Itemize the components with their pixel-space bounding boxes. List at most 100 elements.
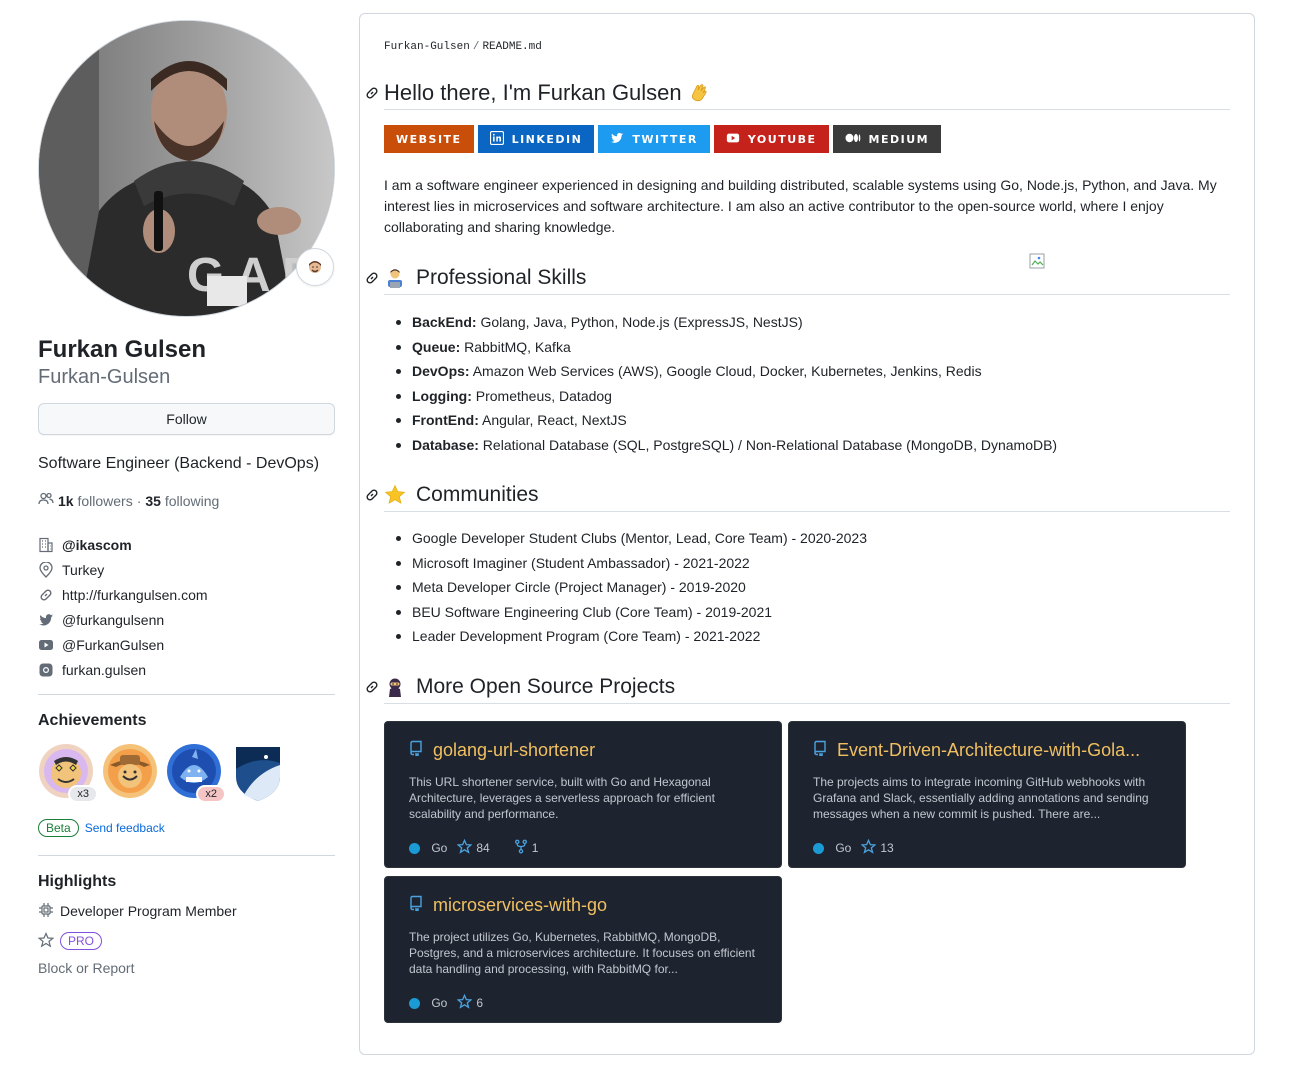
instagram-text: furkan.gulsen	[62, 661, 147, 678]
stars: 84	[456, 838, 490, 857]
send-feedback-link[interactable]: Send feedback	[85, 821, 165, 835]
beta-label: Beta	[38, 819, 79, 837]
readme-breadcrumb: Furkan-Gulsen / README.md	[384, 41, 542, 53]
arctic-code-vault-badge-icon[interactable]	[230, 743, 286, 801]
stars: 6	[456, 993, 483, 1012]
link-icon	[38, 587, 54, 603]
project-title[interactable]: Event-Driven-Architecture-with-Gola...	[813, 740, 1140, 761]
stars-count: 13	[880, 841, 894, 855]
youtube-icon	[38, 637, 54, 653]
project-description: This URL shortener service, built with G…	[409, 775, 715, 821]
shark-badge-icon[interactable]: x2	[166, 743, 226, 803]
website-shield[interactable]: WEBSITE	[384, 125, 474, 153]
profile-sidebar: G A P Furkan Gulsen Furkan-Gulsen Follow…	[37, 20, 335, 976]
intro-paragraph: I am a software engineer experienced in …	[384, 177, 1217, 235]
detail-youtube[interactable]: @FurkanGulsen	[38, 632, 335, 657]
achievements-beta-row: Beta Send feedback	[38, 819, 335, 837]
skill-value: Prometheus, Datadog	[471, 387, 612, 404]
twitter-text: @furkangulsenn	[62, 611, 165, 628]
project-name: golang-url-shortener	[433, 740, 596, 760]
achievements-list: x3 x2	[38, 743, 335, 807]
linkedin-shield-label: LINKEDIN	[511, 132, 583, 146]
website-text: http://furkangulsen.com	[62, 586, 208, 603]
project-name: microservices-with-go	[433, 895, 608, 915]
follow-stats: 1k followers · 35 following	[38, 491, 335, 510]
stars: 13	[860, 838, 894, 857]
people-icon	[38, 491, 54, 510]
ninja-icon	[384, 676, 406, 698]
status-emoji-icon[interactable]	[296, 248, 334, 286]
list-item: Logging: Prometheus, Datadog	[395, 386, 1057, 411]
star-icon	[384, 484, 406, 506]
cpu-icon	[38, 902, 54, 921]
highlight-developer-program[interactable]: Developer Program Member	[38, 898, 335, 924]
profile-bio: Software Engineer (Backend - DevOps)	[38, 455, 320, 472]
communities-heading-text: Communities	[416, 482, 539, 506]
skill-value: Relational Database (SQL, PostgreSQL) / …	[478, 436, 1058, 453]
youtube-text: @FurkanGulsen	[62, 636, 165, 653]
skill-key: Logging:	[412, 387, 472, 404]
instagram-icon	[38, 662, 54, 678]
youtube-shield[interactable]: YOUTUBE	[713, 125, 829, 153]
project-card[interactable]: microservices-with-go The project utiliz…	[384, 876, 782, 1023]
repo-icon	[409, 740, 423, 761]
developer-program-text: Developer Program Member	[60, 903, 237, 919]
location-text: Turkey	[62, 561, 105, 578]
organization-text: @ikascom	[62, 536, 132, 553]
highlight-pro: PRO	[37, 928, 335, 954]
heading-text: Hello there, I'm Furkan Gulsen	[384, 79, 682, 105]
communities-list: Google Developer Student Clubs (Mentor, …	[395, 528, 867, 651]
language-name: Go	[431, 996, 448, 1010]
skill-value: Angular, React, NextJS	[478, 412, 627, 429]
sidebar-divider	[38, 855, 335, 856]
following-label: following	[164, 492, 220, 509]
link-anchor-icon[interactable]	[364, 85, 380, 101]
skill-value: RabbitMQ, Kafka	[460, 338, 571, 355]
detail-instagram[interactable]: furkan.gulsen	[38, 657, 335, 682]
communities-heading: Communities	[366, 478, 1230, 512]
skill-key: DevOps:	[412, 363, 470, 380]
block-or-report-link[interactable]: Block or Report	[38, 960, 335, 976]
starstruck-badge-icon[interactable]: x3	[38, 743, 98, 803]
skill-key: FrontEnd:	[412, 412, 479, 429]
link-anchor-icon[interactable]	[364, 679, 380, 695]
list-item: BackEnd: Golang, Java, Python, Node.js (…	[395, 312, 1057, 337]
profile-details: @ikascom Turkey http://furkangulsen.com …	[38, 532, 335, 682]
followers-link[interactable]: 1k followers	[58, 493, 133, 509]
project-card[interactable]: Event-Driven-Architecture-with-Gola... T…	[788, 721, 1186, 868]
following-link[interactable]: 35 following	[145, 493, 219, 509]
yolo-cowboy-badge-icon[interactable]	[102, 743, 158, 799]
pro-badge: PRO	[60, 932, 103, 950]
detail-organization[interactable]: @ikascom	[38, 532, 335, 557]
forks-count: 1	[531, 841, 539, 855]
skill-key: Queue:	[412, 338, 461, 355]
medium-shield[interactable]: MEDIUM	[832, 125, 942, 153]
avatar[interactable]: G A P	[38, 20, 335, 317]
link-anchor-icon[interactable]	[364, 487, 380, 503]
follow-button[interactable]: Follow	[38, 403, 335, 435]
projects-heading: More Open Source Projects	[366, 670, 1230, 704]
repo-icon	[409, 895, 423, 916]
readme-heading: Hello there, I'm Furkan Gulsen	[366, 76, 1230, 110]
link-anchor-icon[interactable]	[364, 270, 380, 286]
organization-icon	[38, 537, 54, 553]
achievements-title[interactable]: Achievements	[38, 709, 335, 733]
project-title[interactable]: microservices-with-go	[409, 895, 607, 916]
skill-value: Golang, Java, Python, Node.js (ExpressJS…	[476, 314, 803, 330]
breadcrumb-separator: /	[472, 41, 480, 53]
linkedin-shield[interactable]: LINKEDIN	[477, 125, 595, 153]
achievement-count: x2	[196, 785, 226, 803]
breadcrumb-user-link[interactable]: Furkan-Gulsen	[384, 41, 470, 53]
detail-website[interactable]: http://furkangulsen.com	[38, 582, 335, 607]
project-meta: Go 13	[813, 838, 894, 857]
star-icon	[860, 838, 877, 857]
detail-twitter[interactable]: @furkangulsenn	[38, 607, 335, 632]
skill-value: Amazon Web Services (AWS), Google Cloud,…	[469, 363, 982, 380]
language: Go	[813, 841, 851, 855]
twitter-shield[interactable]: TWITTER	[598, 125, 710, 153]
stars-count: 84	[476, 841, 490, 855]
project-meta: Go 84 1	[409, 838, 539, 857]
project-title[interactable]: golang-url-shortener	[409, 740, 595, 761]
svg-text:G A P: G A P	[187, 249, 314, 302]
project-card[interactable]: golang-url-shortener This URL shortener …	[384, 721, 782, 868]
